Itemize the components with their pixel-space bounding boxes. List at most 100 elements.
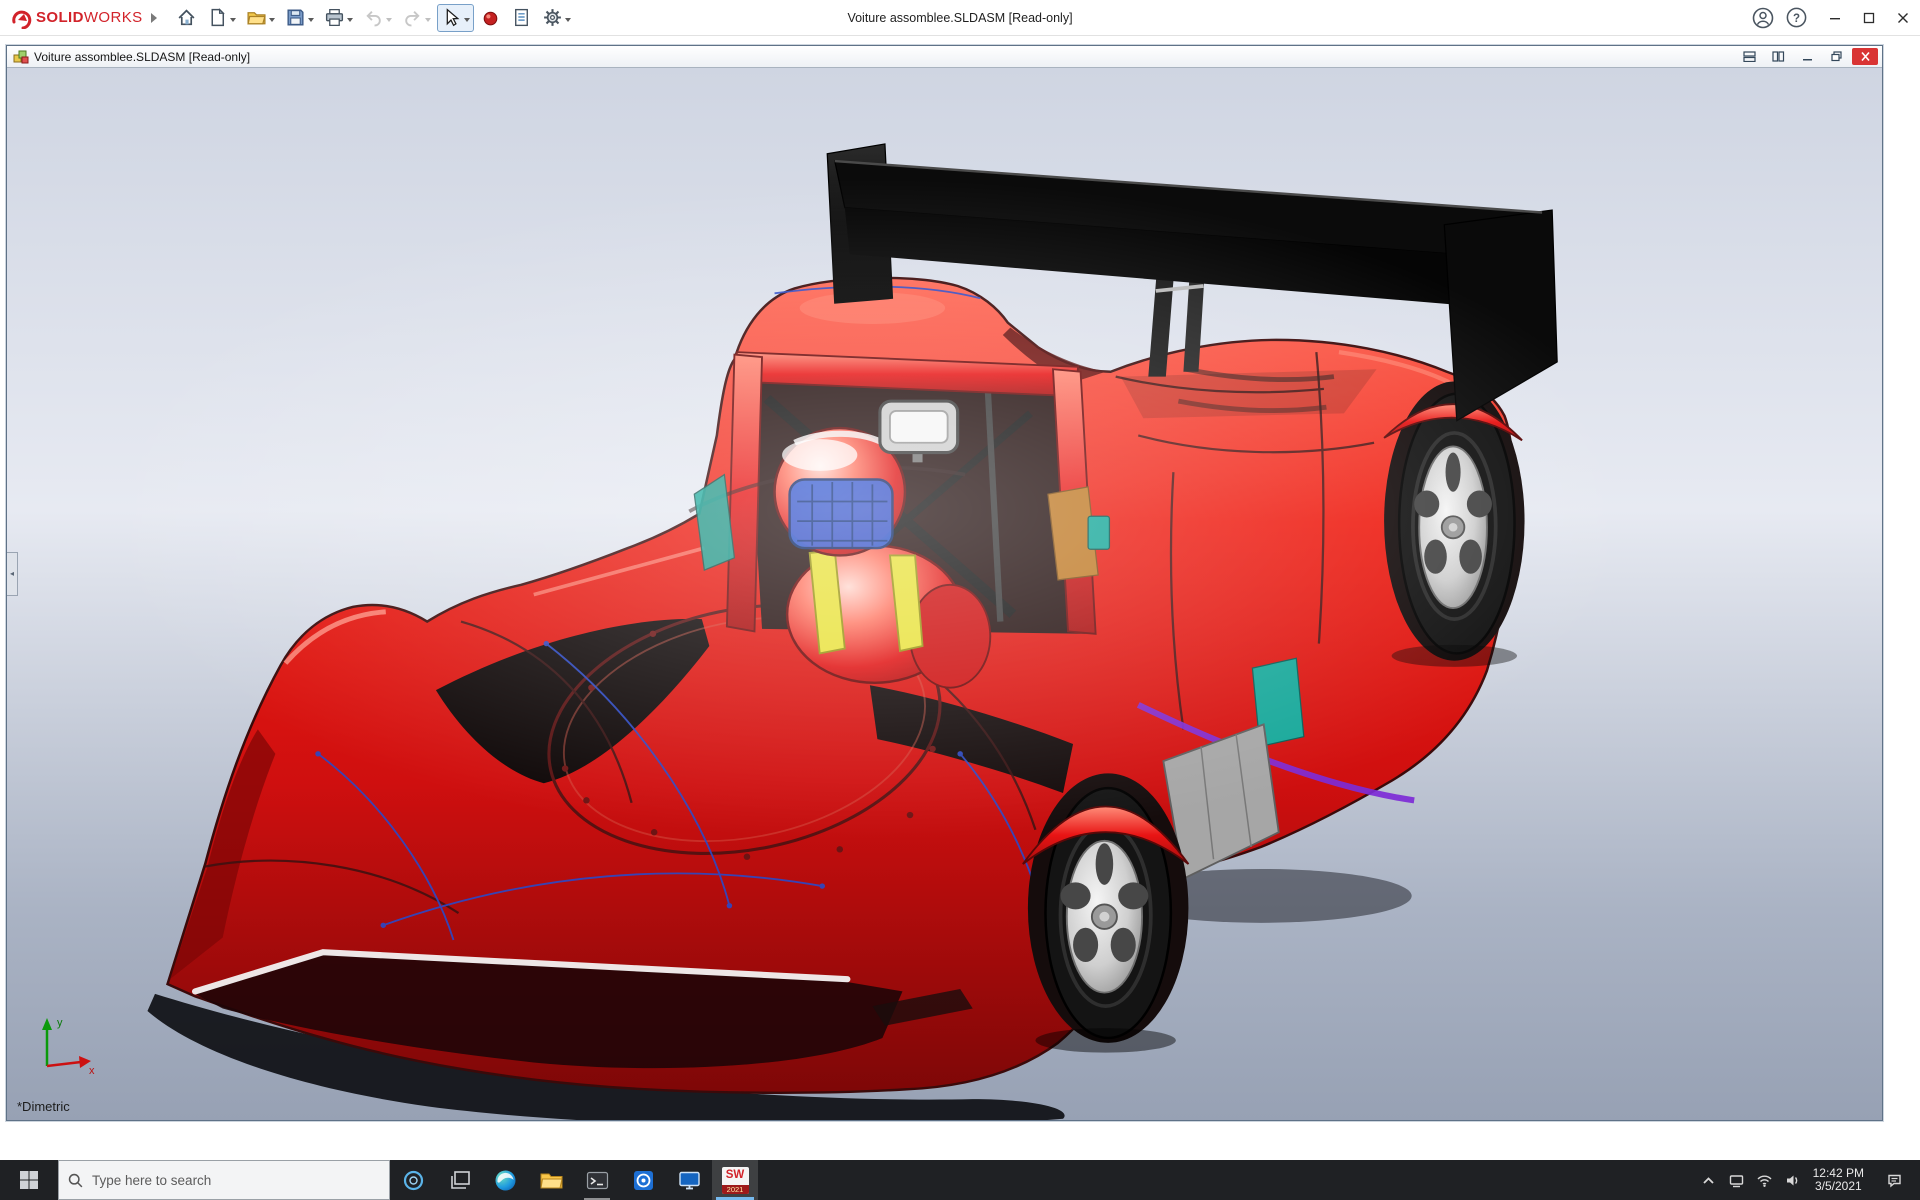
dropdown-caret-icon[interactable] (463, 17, 470, 25)
undo-icon (365, 11, 381, 27)
dropdown-caret-icon[interactable] (385, 17, 392, 25)
print-icon (325, 8, 343, 27)
select-arrow-icon (446, 8, 459, 27)
app-window: SOLIDWORKS Voiture assomblee.SLDASM [Rea… (0, 0, 1920, 1200)
doc-restore-icon (1830, 51, 1842, 62)
titlebar-right-controls: ? (1751, 0, 1920, 36)
menu-expand-arrow-icon[interactable] (150, 12, 162, 23)
task-view-button[interactable] (436, 1160, 482, 1200)
cortana-button[interactable] (390, 1160, 436, 1200)
search-icon (68, 1173, 83, 1187)
new-document-button[interactable] (203, 4, 240, 32)
account-button[interactable] (1751, 6, 1775, 30)
app-title: Voiture assomblee.SLDASM [Read-only] (847, 10, 1073, 25)
terminal-app-button[interactable] (574, 1160, 620, 1200)
solidworks-badge-text: SW (725, 1168, 745, 1181)
save-icon (286, 9, 304, 26)
rear-view-mirror[interactable] (878, 399, 960, 463)
volume-icon (1787, 1175, 1798, 1185)
close-icon (1898, 12, 1908, 23)
tile-horizontal-icon (1742, 51, 1756, 62)
wifi-button[interactable] (1751, 1160, 1779, 1200)
network-icon (1729, 1174, 1744, 1187)
redo-button[interactable] (398, 4, 435, 32)
dropdown-caret-icon[interactable] (307, 17, 314, 25)
doc-close-icon (1860, 51, 1870, 62)
dropdown-caret-icon[interactable] (346, 17, 353, 25)
dropdown-caret-icon[interactable] (424, 17, 431, 25)
featuremanager-collapse-handle[interactable]: ◂ (7, 551, 18, 596)
brand-solid: SOLID (36, 9, 84, 26)
document-title: Voiture assomblee.SLDASM [Read-only] (34, 49, 251, 64)
svg-text:?: ? (1793, 13, 1800, 25)
view-orientation-label: *Dimetric (17, 1099, 70, 1114)
red-sphere-icon (483, 11, 497, 26)
wifi-icon (1757, 1175, 1772, 1187)
help-button[interactable]: ? (1785, 6, 1808, 29)
new-document-icon (211, 8, 225, 27)
save-button[interactable] (281, 4, 318, 32)
print-button[interactable] (320, 4, 357, 32)
close-button[interactable] (1886, 0, 1920, 36)
start-button[interactable] (0, 1160, 58, 1200)
file-explorer-button[interactable] (528, 1160, 574, 1200)
dropdown-caret-icon[interactable] (229, 17, 236, 25)
wing-endplate-right (1443, 209, 1558, 422)
file-properties-button[interactable] (507, 4, 536, 32)
file-properties-icon (514, 8, 528, 27)
x-axis-label: x (89, 1065, 95, 1076)
graphics-viewport[interactable]: y x *Dimetric ◂ (7, 68, 1882, 1120)
taskbar-clock[interactable]: 12:42 PM 3/5/2021 (1807, 1165, 1874, 1194)
doc-restore-button[interactable] (1823, 48, 1849, 65)
options-gear-icon (543, 9, 561, 26)
taskbar-search[interactable] (58, 1160, 390, 1200)
document-window-controls (1736, 48, 1878, 65)
terminal-app-icon (586, 1171, 608, 1189)
volume-button[interactable] (1779, 1160, 1807, 1200)
clock-time: 12:42 PM (1812, 1165, 1864, 1180)
hidden-icons-button[interactable] (1695, 1160, 1723, 1200)
open-button[interactable] (242, 4, 279, 32)
file-explorer-icon (539, 1173, 563, 1188)
start-icon (20, 1171, 38, 1189)
home-icon (178, 9, 194, 26)
doc-minimize-button[interactable] (1794, 48, 1820, 65)
orientation-triad: y x (42, 1017, 95, 1076)
y-axis-arrow (42, 1018, 52, 1030)
select-tool-button[interactable] (436, 3, 474, 32)
brand-works: WORKS (83, 9, 143, 26)
minimize-button[interactable] (1818, 0, 1852, 36)
dropdown-caret-icon[interactable] (268, 17, 275, 25)
assembly-document-icon (13, 50, 29, 63)
document-titlebar[interactable]: Voiture assomblee.SLDASM [Read-only] (7, 46, 1882, 68)
maximize-button[interactable] (1852, 0, 1886, 36)
solidworks-app-button[interactable]: SW 2021 (712, 1160, 758, 1200)
edge-button[interactable] (482, 1160, 528, 1200)
notification-center-button[interactable] (1874, 1160, 1914, 1200)
tile-horizontal-button[interactable] (1736, 48, 1762, 65)
home-button[interactable] (172, 4, 201, 32)
ds-logo-icon (12, 10, 32, 29)
hidden-icons-chevron-icon (1703, 1176, 1714, 1184)
sphere-tool-button[interactable] (476, 4, 505, 32)
solidworks-badge-year: 2021 (721, 1184, 749, 1194)
options-button[interactable] (538, 4, 575, 32)
document-window: Voiture assomblee.SLDASM [Read-only] y x… (6, 45, 1883, 1121)
undo-button[interactable] (359, 4, 396, 32)
solidworks-app-icon: SW 2021 (721, 1166, 749, 1194)
tile-vertical-button[interactable] (1765, 48, 1791, 65)
mdi-client-area: Voiture assomblee.SLDASM [Read-only] y x… (0, 36, 1920, 1160)
clock-date: 3/5/2021 (1814, 1179, 1862, 1193)
solidworks-logo: SOLIDWORKS (0, 7, 149, 29)
media-app-icon (633, 1170, 653, 1190)
dropdown-caret-icon[interactable] (564, 17, 571, 25)
doc-minimize-icon (1802, 59, 1812, 61)
display-app-button[interactable] (666, 1160, 712, 1200)
media-app-button[interactable] (620, 1160, 666, 1200)
display-app-icon (678, 1171, 700, 1189)
search-input[interactable] (92, 1172, 381, 1188)
task-view-icon (450, 1170, 470, 1189)
car-model[interactable] (7, 68, 1882, 1120)
doc-close-button[interactable] (1852, 48, 1878, 65)
network-button[interactable] (1723, 1160, 1751, 1200)
